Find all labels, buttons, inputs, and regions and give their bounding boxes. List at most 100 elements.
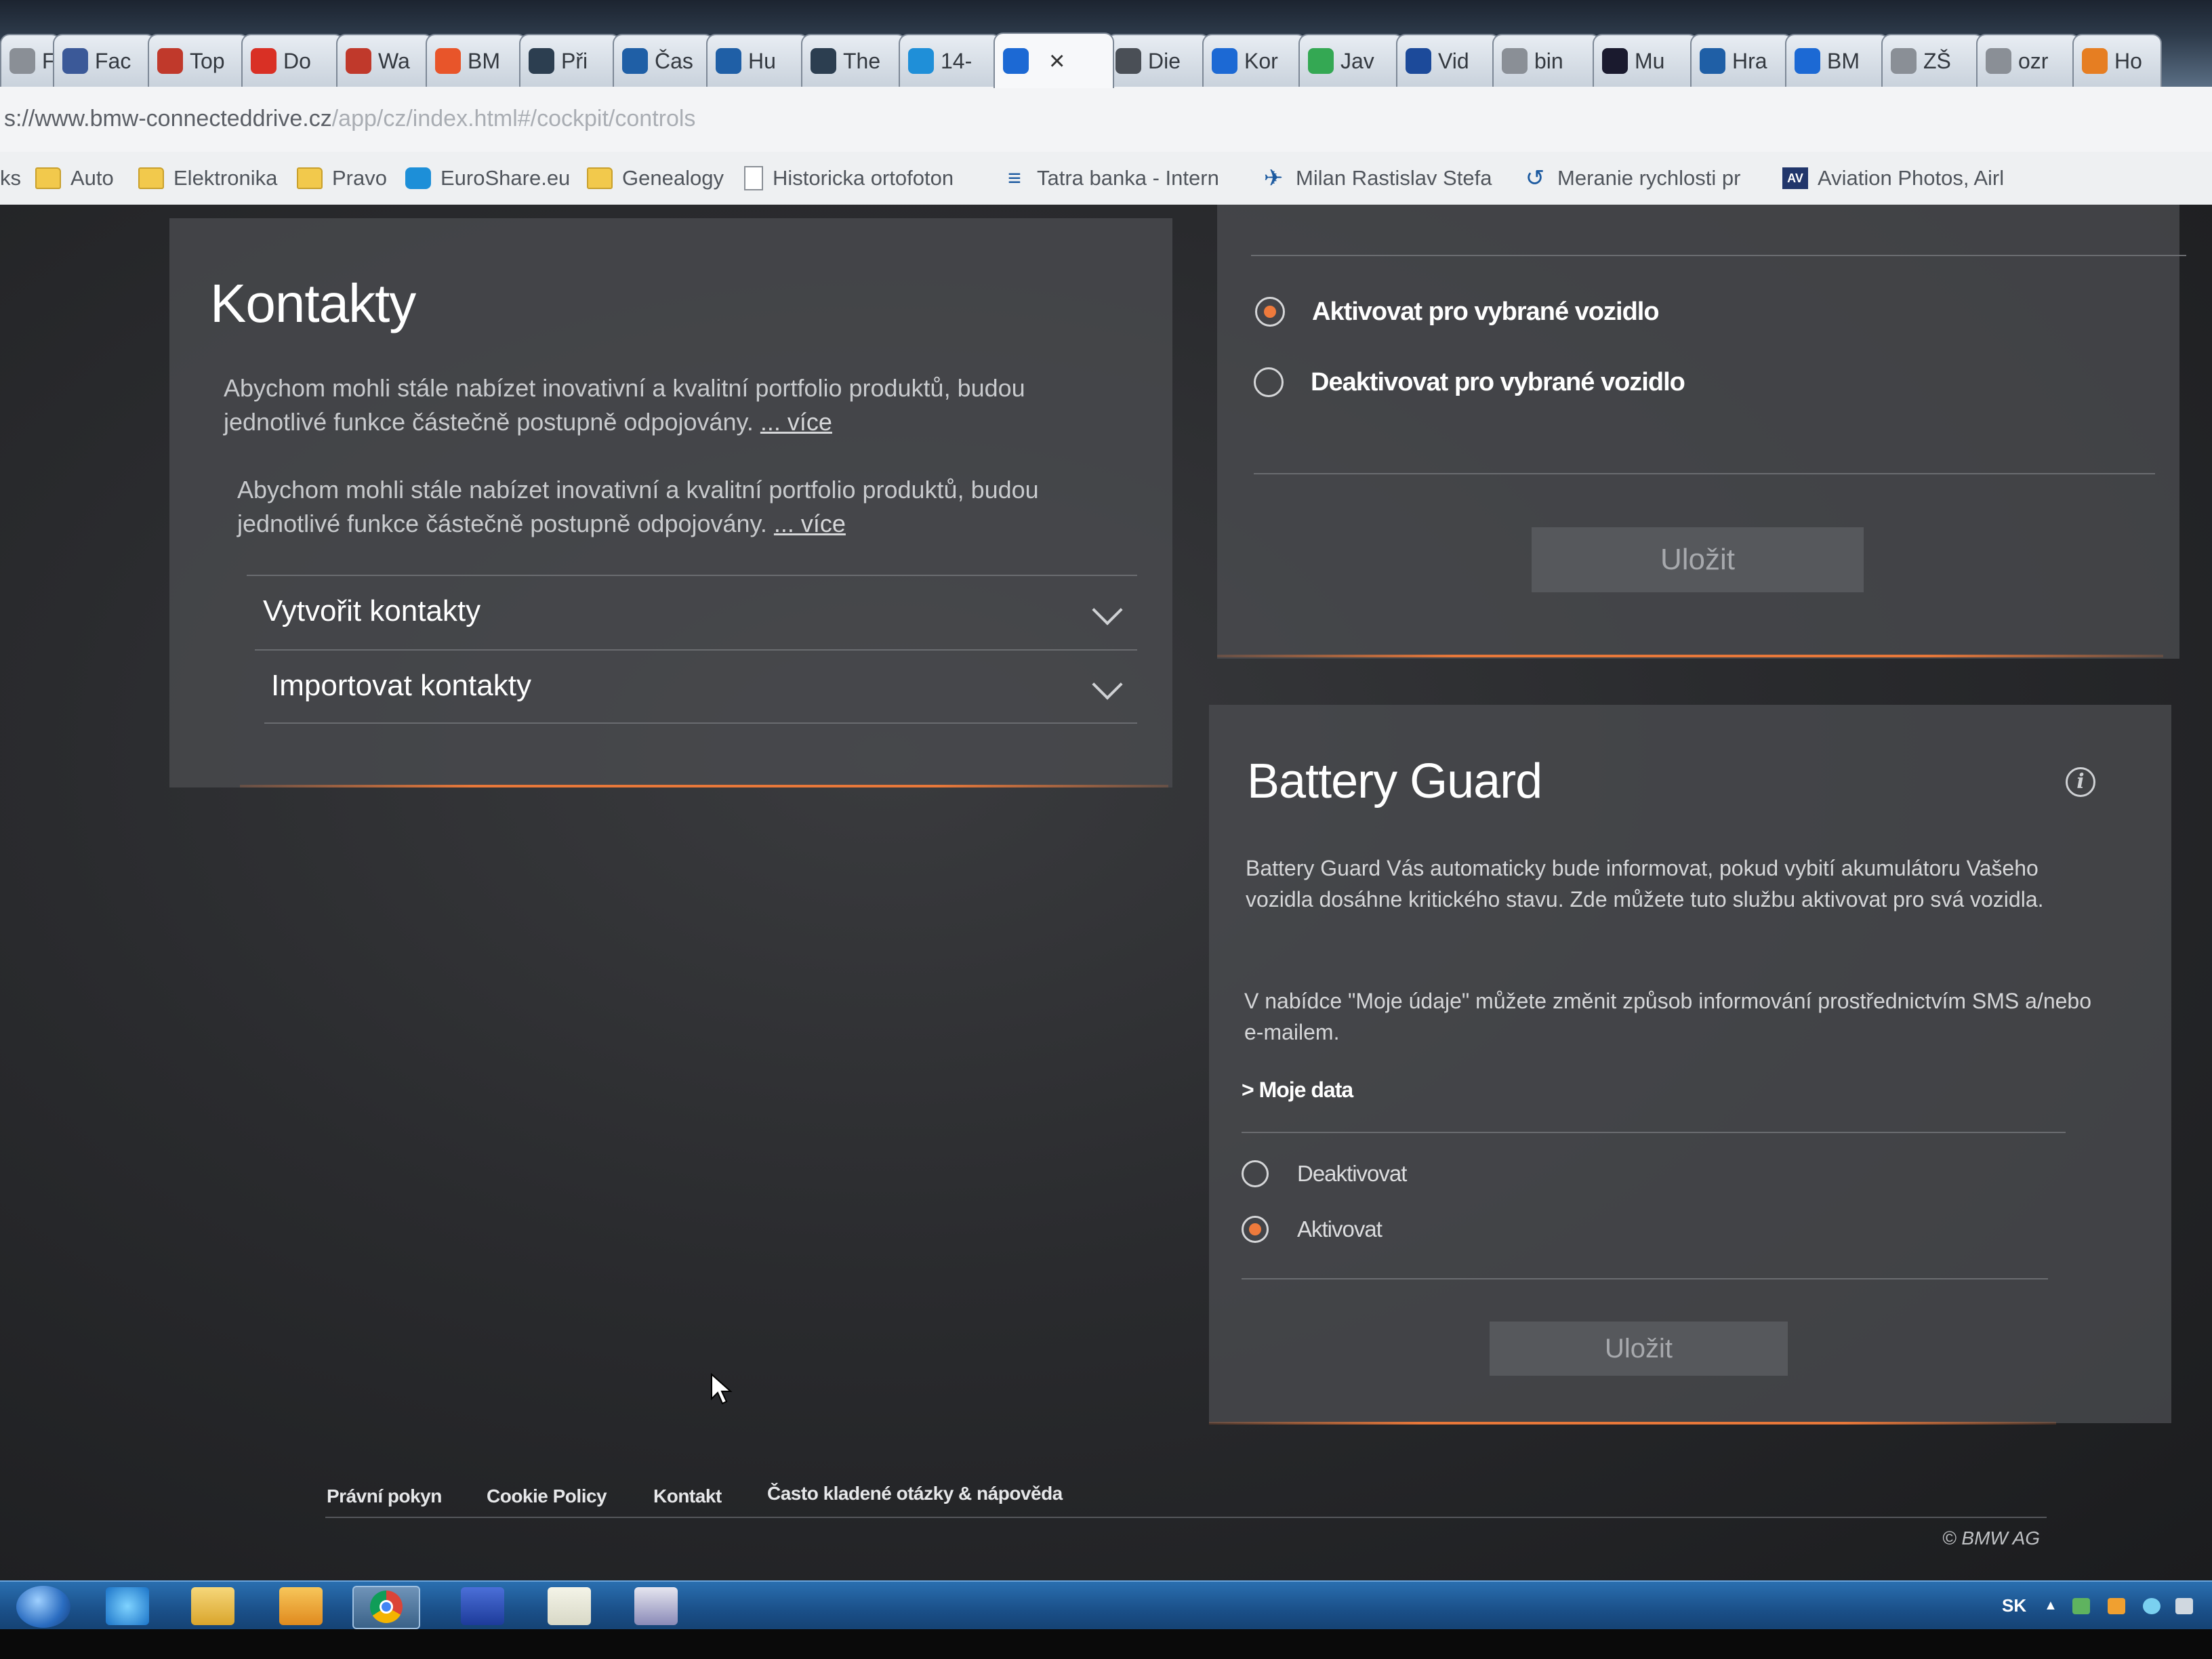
more-link-1[interactable]: ... více (760, 408, 832, 436)
info-icon[interactable]: i (2066, 767, 2095, 797)
save-disk-icon[interactable] (461, 1587, 504, 1625)
browser-tab[interactable]: Do (241, 34, 344, 87)
bookmark-item[interactable]: ↺ Meranie rychlosti pr (1522, 161, 1741, 195)
footer-link-legal[interactable]: Právní pokyn (327, 1486, 442, 1507)
browser-tab[interactable]: Kor (1202, 34, 1307, 87)
tray-arrow-up-icon[interactable]: ▲ (2044, 1598, 2057, 1614)
tray-security-icon[interactable] (2108, 1598, 2125, 1614)
radio-unselected-icon[interactable] (1242, 1160, 1269, 1187)
bookmark-item[interactable]: AV Aviation Photos, Airl (1782, 161, 2004, 195)
media-player-icon[interactable] (279, 1587, 323, 1625)
bookmark-label: Historicka ortofoton (773, 166, 954, 190)
bookmark-label: Meranie rychlosti pr (1557, 166, 1741, 190)
browser-tab[interactable]: Die (1106, 34, 1210, 87)
browser-tab[interactable]: Jav (1298, 34, 1404, 87)
contacts-paragraph-1: Abychom mohli stále nabízet inovativní a… (224, 371, 1078, 439)
chrome-icon[interactable] (352, 1586, 420, 1629)
browser-tab-label: Hra (1732, 48, 1767, 73)
save-button-vehicle[interactable]: Uložit (1532, 527, 1864, 592)
browser-tab[interactable]: Fer (0, 34, 61, 87)
radio-activate-battery-guard[interactable]: Aktivovat (1242, 1216, 1382, 1243)
radio-selected-icon[interactable] (1255, 297, 1285, 327)
language-indicator[interactable]: SK (2002, 1595, 2026, 1616)
browser-tab[interactable]: 14- (899, 34, 1002, 87)
radio-activate-vehicle[interactable]: Aktivovat pro vybrané vozidlo (1255, 297, 1660, 327)
browser-tab[interactable]: Top (148, 34, 249, 87)
bmw-icon (1795, 48, 1820, 74)
facebook-icon (62, 48, 88, 74)
radio-selected-icon[interactable] (1242, 1216, 1269, 1243)
radio-deactivate-battery-guard[interactable]: Deaktivovat (1242, 1160, 1407, 1187)
accordion-create-contacts[interactable]: Vytvořit kontakty (247, 575, 1137, 647)
browser-tab[interactable]: BM (1785, 34, 1889, 87)
euroshare-icon (405, 167, 431, 189)
more-link-2[interactable]: ... více (774, 510, 846, 537)
url-field[interactable]: s://www.bmw-connecteddrive.cz/app/cz/ind… (0, 95, 2173, 142)
bookmark-item[interactable]: Genealogy (587, 161, 724, 195)
browser-tab[interactable]: Čas (613, 34, 714, 87)
bookmark-item[interactable]: Pravo (297, 161, 387, 195)
plane-icon: ✈ (1263, 165, 1284, 191)
browser-tab-label: Mu (1635, 48, 1665, 73)
radio-deactivate-vehicle[interactable]: Deaktivovat pro vybrané vozidlo (1254, 367, 1685, 397)
save-button-battery-guard[interactable]: Uložit (1490, 1322, 1788, 1376)
bookmark-item[interactable]: Historicka ortofoton (744, 161, 954, 195)
battery-guard-description-2: V nabídce "Moje údaje" můžete změnit způ… (1244, 989, 2092, 1044)
moje-data-link[interactable]: > Moje data (1242, 1078, 1353, 1103)
browser-tab-label: The (843, 48, 881, 73)
page-icon (744, 166, 763, 190)
bookmark-item[interactable]: ks (0, 161, 21, 195)
browser-tab-label: Kor (1244, 48, 1278, 73)
browser-tab[interactable]: Wa (336, 34, 434, 87)
battery-guard-description-1: Battery Guard Vás automaticky bude infor… (1246, 856, 2044, 912)
tray-flag-icon[interactable] (2175, 1598, 2193, 1614)
browser-tab[interactable]: Fac (53, 34, 156, 87)
folder-icon (587, 167, 613, 189)
calendar-app-icon[interactable] (634, 1587, 678, 1625)
browser-tab[interactable]: × (994, 33, 1114, 88)
bookmark-item[interactable]: ✈ Milan Rastislav Stefa (1261, 161, 1492, 195)
page-icon (1891, 48, 1917, 74)
bookmark-item[interactable]: EuroShare.eu (405, 161, 570, 195)
browser-tab-label: Die (1148, 48, 1181, 73)
battery-guard-title: Battery Guard (1247, 754, 1542, 808)
accordion-import-contacts[interactable]: Importovat kontakty (255, 649, 1137, 721)
file-explorer-icon[interactable] (191, 1587, 234, 1625)
radio-unselected-icon[interactable] (1254, 367, 1284, 397)
radio-deactivate-vehicle-label: Deaktivovat pro vybrané vozidlo (1311, 367, 1685, 396)
footer-link-contact[interactable]: Kontakt (653, 1486, 722, 1507)
bookmark-item[interactable]: Elektronika (138, 161, 277, 195)
notepad-icon[interactable] (548, 1587, 591, 1625)
shield-icon (529, 48, 554, 74)
close-tab-icon[interactable]: × (1049, 46, 1065, 77)
accordion-bottom-divider (264, 722, 1137, 724)
tray-update-icon[interactable] (2143, 1598, 2160, 1614)
browser-tab[interactable]: ozr (1976, 34, 2081, 87)
browser-tab[interactable]: The (801, 34, 907, 87)
bookmark-item[interactable]: ≡ Tatra banka - Intern (1002, 161, 1219, 195)
tray-network-icon[interactable] (2072, 1598, 2090, 1614)
address-bar: s://www.bmw-connecteddrive.cz/app/cz/ind… (0, 87, 2212, 153)
browser-tab-label: Čas (655, 48, 693, 73)
browser-tab[interactable]: Ho (2072, 34, 2162, 87)
bookmark-label: Milan Rastislav Stefa (1296, 166, 1492, 190)
browser-tab[interactable]: ZŠ (1881, 34, 1984, 87)
chevron-down-icon (1092, 594, 1123, 626)
footer-link-faq[interactable]: Často kladené otázky & nápověda (767, 1483, 1063, 1504)
browser-tab[interactable]: BM (426, 34, 527, 87)
browser-tab-label: Ho (2114, 48, 2142, 73)
internet-explorer-icon[interactable] (106, 1587, 149, 1625)
footer-link-cookie-policy[interactable]: Cookie Policy (487, 1486, 607, 1507)
bookmark-item[interactable]: Auto (35, 161, 114, 195)
browser-tab[interactable]: bin (1492, 34, 1601, 87)
radio-activate-vehicle-label: Aktivovat pro vybrané vozidlo (1312, 297, 1660, 326)
browser-tab[interactable]: Hu (706, 34, 809, 87)
browser-tab[interactable]: Mu (1593, 34, 1698, 87)
start-button[interactable] (16, 1586, 70, 1628)
bmw-icon (1212, 48, 1237, 74)
browser-tab[interactable]: Vid (1396, 34, 1500, 87)
browser-tab[interactable]: Při (519, 34, 621, 87)
gift-icon (157, 48, 183, 74)
folder-icon (297, 167, 323, 189)
browser-tab[interactable]: Hra (1690, 34, 1793, 87)
